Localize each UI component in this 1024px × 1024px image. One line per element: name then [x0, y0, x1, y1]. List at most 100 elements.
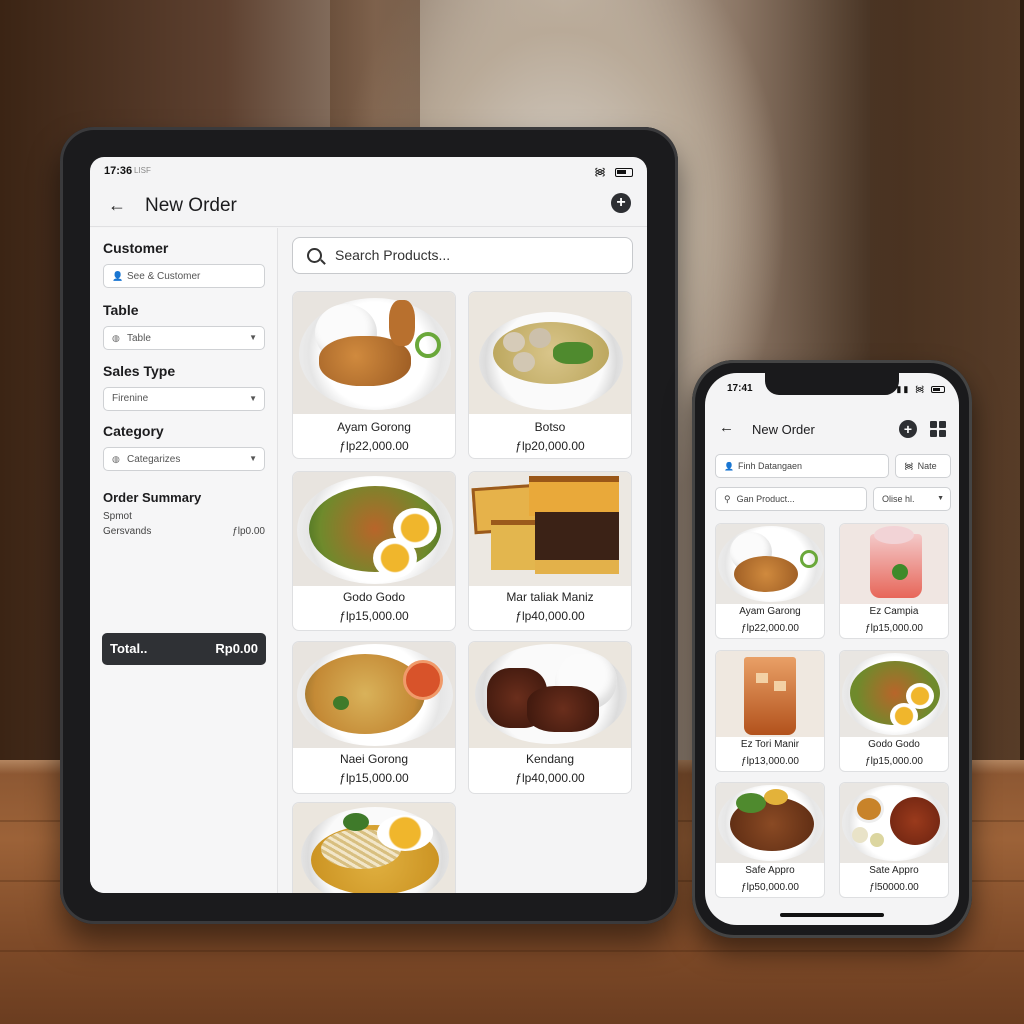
- product-name: Ez Tori Manir: [740, 739, 800, 750]
- status-carrier: LISF: [134, 166, 151, 175]
- customer-field[interactable]: 👤 Finh Datangaen: [715, 454, 889, 478]
- customer-value: Finh Datangaen: [737, 461, 803, 471]
- product-price: ƒlp15,000.00: [865, 623, 923, 634]
- product-image: [469, 472, 631, 586]
- product-card[interactable]: Ez Campia ƒlp15,000.00: [839, 523, 949, 639]
- customer-label: Customer: [103, 240, 169, 256]
- signal-icon: ▮▮: [896, 384, 911, 394]
- product-name: Botso: [534, 420, 566, 434]
- product-name: Godo Godo: [342, 590, 406, 604]
- wifi-icon: ᯼: [914, 384, 927, 394]
- arrow-left-icon[interactable]: ←: [719, 419, 734, 436]
- summary-row: Spmot: [103, 511, 265, 522]
- product-card[interactable]: Kendang ƒlp40,000.00: [468, 641, 632, 794]
- customer-field[interactable]: 👤 See & Customer: [103, 264, 265, 288]
- customer-placeholder: See & Customer: [127, 271, 201, 282]
- product-name: Sate Appro: [869, 865, 919, 876]
- category-icon: ◍: [112, 454, 120, 464]
- filter-select[interactable]: Olise hl. ▼: [873, 487, 951, 511]
- battery-icon: [931, 386, 945, 394]
- page-title: New Order: [145, 195, 237, 216]
- product-card[interactable]: Godo Godo ƒlp15,000.00: [839, 650, 949, 772]
- search-input[interactable]: Search Products...: [292, 237, 633, 274]
- chevron-down-icon: ▼: [249, 394, 257, 403]
- product-name: Mar taliak Maniz: [506, 590, 594, 604]
- app-header: ← New Order +: [90, 187, 647, 227]
- user-icon: 👤: [112, 271, 124, 281]
- product-name: Naei Gorong: [339, 752, 409, 766]
- network-value: Nate: [917, 461, 937, 471]
- product-price: ƒlp40,000.00: [515, 771, 585, 785]
- grid-icon[interactable]: [930, 421, 946, 437]
- arrow-left-icon[interactable]: ←: [108, 195, 126, 216]
- total-bar[interactable]: Total.. Rp0.00: [102, 633, 266, 665]
- status-time: 17:41: [727, 383, 753, 394]
- product-name: Safe Appro: [745, 865, 795, 876]
- table-select[interactable]: ◍ Table ▼: [103, 326, 265, 350]
- product-card[interactable]: Safe Appro ƒlp50,000.00: [715, 782, 825, 898]
- summary-row: Gersvands ƒlp0.00: [103, 526, 265, 537]
- summary-row-label: Gersvands: [103, 526, 152, 537]
- product-card[interactable]: Mar taliak Maniz ƒlp40,000.00: [468, 471, 632, 631]
- product-image: [469, 292, 631, 414]
- wifi-icon: ᯼: [594, 166, 609, 178]
- category-label: Category: [103, 423, 164, 439]
- product-image: [716, 524, 824, 604]
- search-icon: [307, 248, 322, 263]
- search-placeholder: Gan Product...: [736, 494, 795, 504]
- phone-screen: 17:41 ▮▮ ᯼ ← New Order + 👤 Finh Datangaen…: [705, 373, 959, 925]
- product-card[interactable]: Sate Appro ƒl50000.00: [839, 782, 949, 898]
- product-card[interactable]: Naei Gorong ƒlp15,000.00: [292, 641, 456, 794]
- search-input[interactable]: ⚲ Gan Product...: [715, 487, 867, 511]
- sales-type-select[interactable]: Firenine ▼: [103, 387, 265, 411]
- plus-circle-icon[interactable]: +: [611, 193, 631, 213]
- plus-circle-icon[interactable]: +: [899, 420, 917, 438]
- status-icons: ᯼: [594, 164, 633, 179]
- table-value: Table: [127, 333, 151, 344]
- product-card[interactable]: Ayam Garong ƒlp22,000.00: [715, 523, 825, 639]
- search-placeholder: Search Products...: [335, 247, 451, 263]
- product-price: ƒl50000.00: [869, 882, 919, 893]
- product-price: ƒlp15,000.00: [865, 756, 923, 767]
- search-icon: ⚲: [724, 494, 731, 504]
- order-summary-label: Order Summary: [103, 490, 202, 505]
- product-price: ƒlp20,000.00: [515, 439, 585, 453]
- product-card[interactable]: Ez Tori Manir ƒlp13,000.00: [715, 650, 825, 772]
- sales-type-value: Firenine: [112, 393, 149, 404]
- product-image: [840, 783, 948, 863]
- tablet-screen: 17:36 LISF ᯼ ← New Order + Customer 👤 See…: [90, 157, 647, 893]
- network-field[interactable]: ᯼ Nate: [895, 454, 951, 478]
- product-card[interactable]: [292, 802, 456, 893]
- status-icons: ▮▮ ᯼: [896, 382, 945, 395]
- chevron-down-icon: ▼: [249, 333, 257, 342]
- product-price: ƒlp22,000.00: [339, 439, 409, 453]
- product-price: ƒlp50,000.00: [741, 882, 799, 893]
- page-title: New Order: [752, 422, 815, 437]
- product-image: [840, 524, 948, 604]
- filter-value: Olise hl.: [882, 494, 915, 504]
- product-price: ƒlp22,000.00: [741, 623, 799, 634]
- product-price: ƒlp15,000.00: [339, 771, 409, 785]
- product-name: Ayam Gorong: [337, 420, 411, 434]
- wifi-icon: ᯼: [904, 461, 914, 471]
- chevron-down-icon: ▼: [249, 454, 257, 463]
- product-card[interactable]: Botso ƒlp20,000.00: [468, 291, 632, 459]
- product-name: Ayam Garong: [739, 606, 801, 617]
- product-price: ƒlp13,000.00: [741, 756, 799, 767]
- total-value: Rp0.00: [215, 641, 258, 656]
- status-time: 17:36: [104, 165, 133, 177]
- home-indicator[interactable]: [780, 913, 884, 917]
- product-card[interactable]: Godo Godo ƒlp15,000.00: [292, 471, 456, 631]
- chevron-down-icon: ▼: [937, 495, 944, 502]
- battery-icon: [615, 167, 633, 177]
- category-value: Categarizes: [127, 454, 181, 465]
- summary-row-value: ƒlp0.00: [232, 526, 265, 537]
- product-image: [293, 803, 455, 893]
- category-select[interactable]: ◍ Categarizes ▼: [103, 447, 265, 471]
- table-label: Table: [103, 302, 139, 318]
- product-card[interactable]: Ayam Gorong ƒlp22,000.00: [292, 291, 456, 459]
- phone-device: 17:41 ▮▮ ᯼ ← New Order + 👤 Finh Datangaen…: [692, 360, 972, 938]
- product-price: ƒlp40,000.00: [515, 609, 585, 623]
- product-image: [716, 783, 824, 863]
- product-image: [840, 651, 948, 737]
